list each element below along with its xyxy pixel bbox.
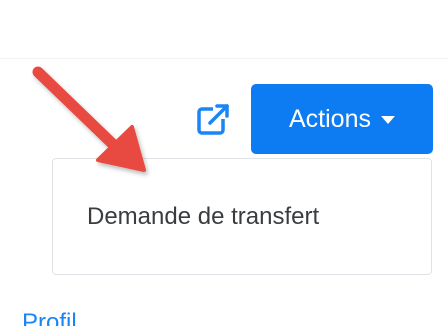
actions-dropdown-menu: Demande de transfert <box>52 158 432 275</box>
actions-button-label: Actions <box>289 104 371 133</box>
caret-down-icon <box>380 116 395 124</box>
external-link-icon <box>197 104 230 135</box>
top-bar <box>0 0 448 59</box>
menu-item-demande-de-transfert[interactable]: Demande de transfert <box>87 203 319 231</box>
page: Actions Demande de transfert Profil <box>0 0 448 326</box>
actions-dropdown-button[interactable]: Actions <box>251 84 433 154</box>
external-link-button[interactable] <box>193 100 233 140</box>
profile-link[interactable]: Profil <box>22 309 77 326</box>
